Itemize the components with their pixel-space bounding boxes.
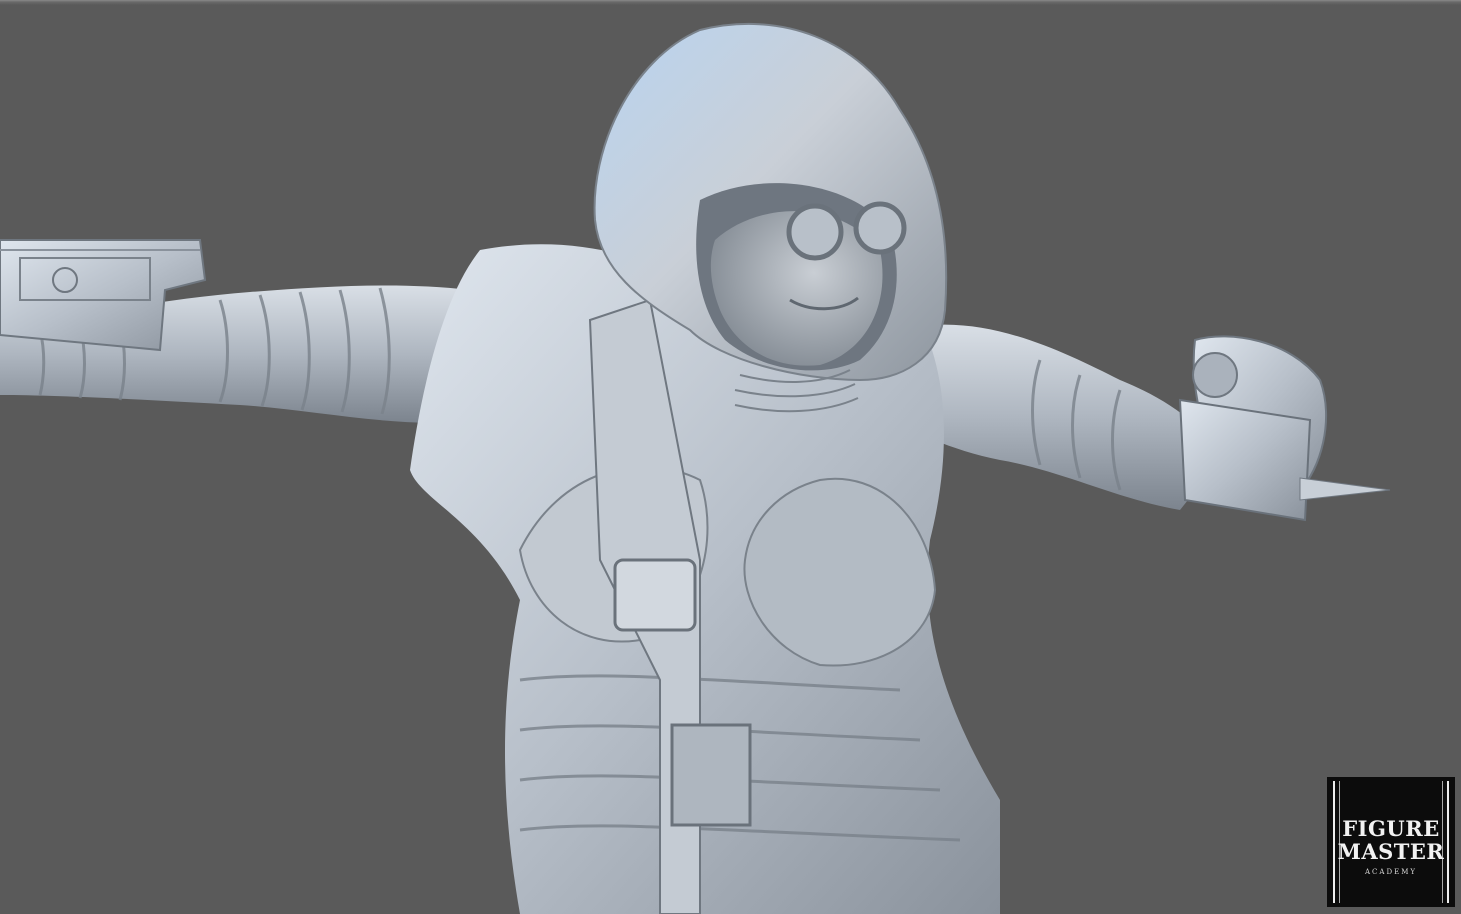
figure-master-academy-logo: FIGURE MASTER ACADEMY — [1327, 777, 1455, 907]
logo-line-3: ACADEMY — [1365, 868, 1417, 876]
logo-line-1: FIGURE — [1342, 816, 1440, 841]
sculpt-model[interactable] — [0, 0, 1461, 914]
right-arm — [890, 324, 1391, 522]
logo-line-2: MASTER — [1337, 839, 1445, 864]
3d-viewport[interactable]: FIGURE MASTER ACADEMY — [0, 0, 1461, 914]
